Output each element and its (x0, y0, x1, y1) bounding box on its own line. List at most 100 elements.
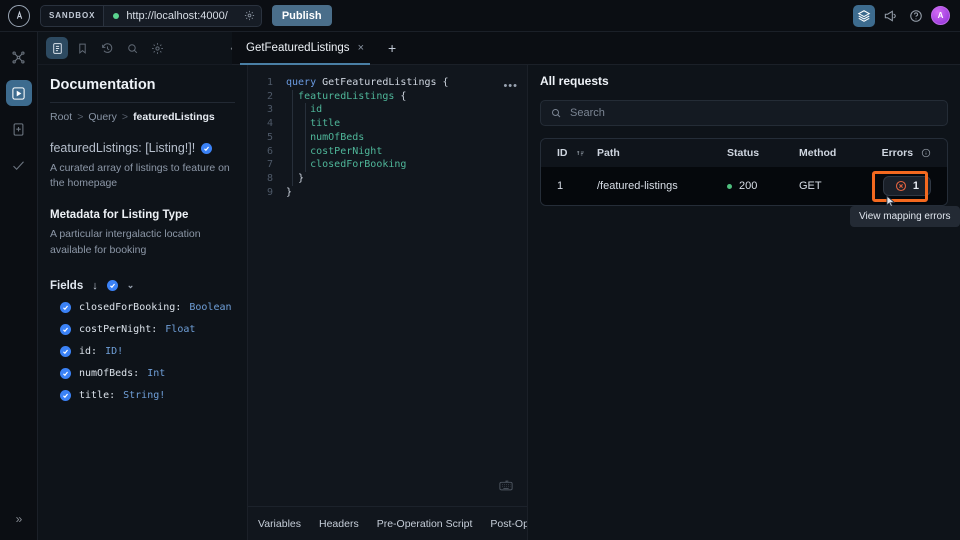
verified-check-icon (201, 142, 213, 154)
docs-toolbar: « (38, 32, 247, 65)
status-dot (727, 183, 732, 189)
fields-header: Fields ↓ ⌄ (50, 280, 235, 292)
search-icon[interactable] (121, 37, 143, 59)
line-number: 8 (266, 172, 273, 184)
endpoint-settings-gear-icon[interactable] (238, 10, 261, 21)
column-header-status[interactable]: Status (727, 139, 799, 167)
schema-icon[interactable] (6, 116, 32, 142)
tab-post-operation-script[interactable]: Post-Ope (490, 518, 527, 530)
fields-label: Fields (50, 279, 84, 292)
connectors-debugger-panel: Connectors Debugger ⌄ 200 1.14s 0B All r… (528, 32, 960, 540)
new-tab-button[interactable]: + (384, 40, 400, 56)
bookmark-icon[interactable] (71, 37, 93, 59)
connection-status-dot (113, 12, 120, 19)
line-number: 2 (266, 90, 273, 102)
code-token: id (310, 104, 323, 116)
indent-guide (292, 89, 293, 186)
tab-getfeaturedlistings[interactable]: GetFeaturedListings × (240, 32, 370, 65)
cell-errors: 1 (869, 167, 947, 205)
code-token: featuredListings (298, 90, 395, 102)
layers-icon[interactable] (853, 4, 875, 27)
column-header-path[interactable]: Path (597, 139, 727, 167)
code-line: id (286, 103, 527, 117)
settings-icon[interactable] (146, 37, 168, 59)
breadcrumb-item-root[interactable]: Root (50, 111, 72, 123)
error-x-icon (895, 180, 906, 192)
fields-filter-check-icon[interactable] (106, 280, 118, 292)
code-lines[interactable]: query GetFeaturedListings { featuredList… (282, 76, 527, 199)
indent-guide (305, 103, 306, 173)
column-header-errors[interactable]: Errors (869, 139, 947, 167)
megaphone-icon[interactable] (879, 5, 901, 27)
tooltip-view-mapping-errors: View mapping errors (850, 206, 960, 227)
info-icon[interactable] (921, 147, 931, 159)
column-header-id[interactable]: ID (541, 139, 597, 167)
tab-pre-operation-script[interactable]: Pre-Operation Script (377, 518, 473, 530)
field-name: costPerNight: (79, 323, 158, 335)
apollo-logo-icon[interactable] (8, 4, 30, 27)
graph-icon[interactable] (6, 44, 32, 70)
code-token: GetFeaturedListings { (322, 77, 449, 88)
rail-expand-button[interactable]: » (0, 512, 38, 526)
field-heading-label: featuredListings: [Listing!]! (50, 141, 196, 155)
check-icon (60, 345, 71, 357)
field-name: id: (79, 345, 98, 357)
sort-icon[interactable] (576, 147, 585, 159)
code-line: numOfBeds (286, 131, 527, 145)
field-name: closedForBooking: (79, 301, 182, 313)
tab-variables[interactable]: Variables (258, 518, 301, 530)
history-icon[interactable] (96, 37, 118, 59)
documentation-panel: « Documentation Root > Query > featuredL… (38, 32, 248, 540)
code-block[interactable]: 1 2 3 4 5 6 7 8 9 query GetFeaturedListi… (248, 76, 527, 199)
checks-icon[interactable] (6, 152, 32, 178)
close-icon[interactable]: × (358, 42, 364, 54)
more-icon[interactable]: ••• (503, 80, 518, 92)
cell-method: GET (799, 167, 869, 205)
check-icon (60, 301, 71, 313)
field-type: Int (147, 367, 166, 379)
search-input[interactable]: Search (540, 100, 948, 126)
list-item[interactable]: costPerNight: Float (50, 323, 235, 335)
column-label: ID (557, 147, 568, 159)
list-item[interactable]: title: String! (50, 389, 235, 401)
line-number: 3 (266, 104, 273, 116)
publish-button[interactable]: Publish (271, 5, 332, 26)
graphql-editor[interactable]: 1 2 3 4 5 6 7 8 9 query GetFeaturedListi… (248, 68, 527, 506)
endpoint-url-text[interactable]: http://localhost:4000/ (126, 10, 238, 22)
list-item[interactable]: id: ID! (50, 345, 235, 357)
code-token: closedForBooking (310, 159, 407, 171)
help-icon[interactable] (905, 5, 927, 27)
error-count-badge[interactable]: 1 (882, 176, 931, 196)
sort-arrow-icon[interactable]: ↓ (92, 280, 98, 292)
chevron-down-icon[interactable]: ⌄ (127, 280, 135, 291)
tab-label: GetFeaturedListings (246, 42, 350, 54)
column-label: Errors (881, 147, 914, 159)
line-number: 4 (266, 118, 273, 130)
breadcrumb-item-current: featuredListings (133, 111, 215, 123)
endpoint-url-bar[interactable]: SANDBOX http://localhost:4000/ (40, 4, 262, 27)
avatar[interactable]: A (931, 6, 950, 25)
field-type: Boolean (189, 301, 232, 313)
documentation-icon[interactable] (46, 37, 68, 59)
code-token: query (286, 77, 323, 88)
table-header-row: ID Path Status Method Errors (541, 139, 947, 167)
tab-headers[interactable]: Headers (319, 518, 359, 530)
breadcrumb-separator: > (121, 111, 129, 123)
breadcrumb-separator: > (77, 111, 84, 123)
code-line: query GetFeaturedListings { (286, 76, 527, 90)
explorer-icon[interactable] (5, 80, 32, 106)
list-item[interactable]: closedForBooking: Boolean (50, 301, 235, 313)
breadcrumb-item-query[interactable]: Query (88, 111, 117, 123)
code-token: } (286, 172, 305, 184)
code-line: title (286, 117, 527, 131)
error-count: 1 (912, 180, 919, 192)
keyboard-icon[interactable] (499, 478, 513, 496)
list-item[interactable]: numOfBeds: Int (50, 367, 235, 379)
field-type: ID! (105, 345, 124, 357)
main-body: » Documentation Root > Query > featuredL… (0, 32, 960, 540)
column-header-method[interactable]: Method (799, 139, 869, 167)
